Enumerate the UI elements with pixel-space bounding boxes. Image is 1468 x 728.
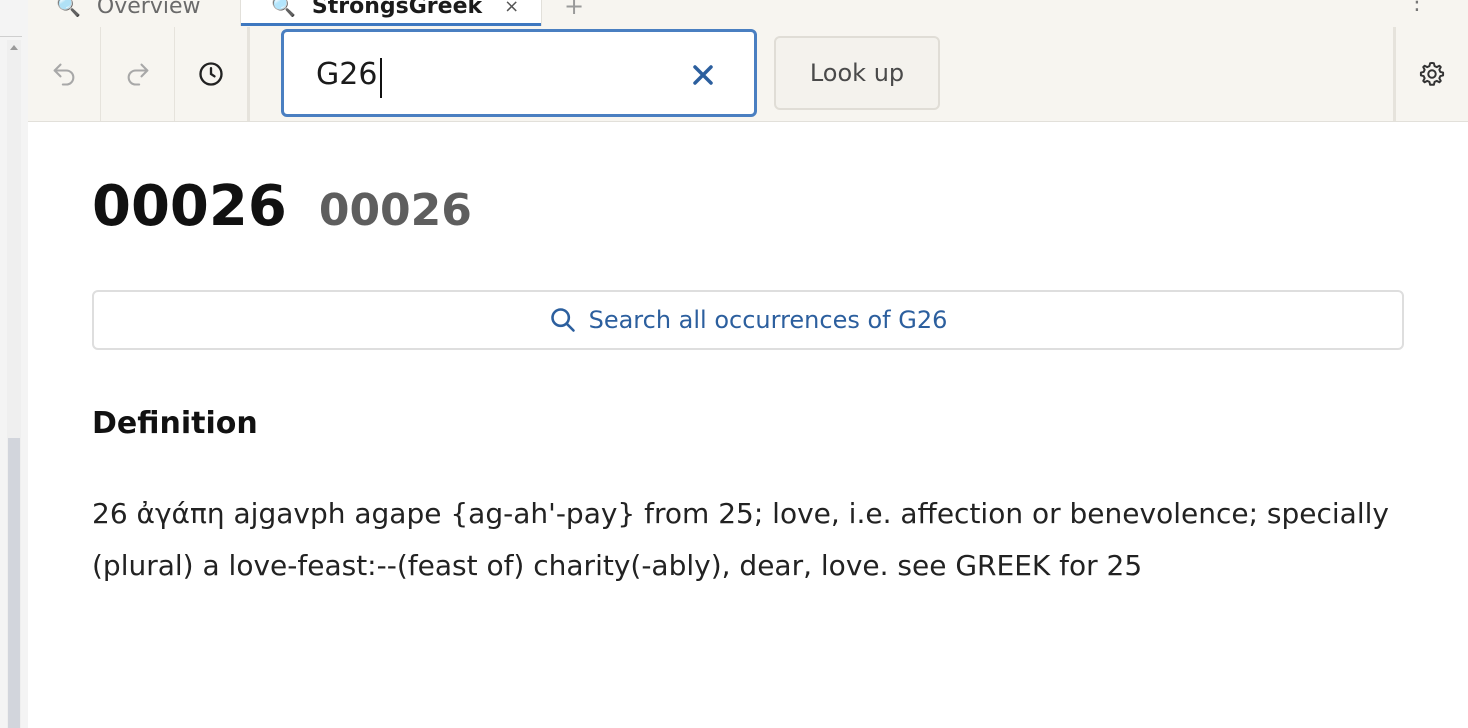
clear-search-button[interactable]: [688, 60, 718, 90]
tab-menu-icon[interactable]: ⋮: [1406, 0, 1428, 15]
tab-label: StrongsGreek: [311, 0, 483, 19]
entry-number: 00026: [92, 174, 287, 239]
entry-number-secondary: 00026: [318, 185, 472, 236]
tab-label: Overview: [96, 0, 201, 19]
gear-icon: [1419, 61, 1445, 86]
left-scrollbar[interactable]: [0, 0, 29, 728]
undo-icon: [53, 63, 75, 86]
tab-bar: 🔍 Overview 🔍 StrongsGreek × + ⋮: [28, 0, 1468, 28]
entry-content: 00026 00026 Search all occurrences of G2…: [28, 122, 1468, 728]
tab-overview[interactable]: 🔍 Overview: [56, 0, 200, 26]
close-icon: [693, 65, 713, 85]
search-all-occurrences-button[interactable]: Search all occurrences of G26: [92, 290, 1404, 350]
history-button[interactable]: [175, 27, 250, 121]
tab-close-icon[interactable]: ×: [504, 0, 519, 17]
search-all-label: Search all occurrences of G26: [588, 306, 948, 334]
settings-button[interactable]: [1393, 27, 1468, 121]
search-box[interactable]: [281, 29, 757, 117]
text-caret: [380, 58, 382, 98]
search-icon: 🔍: [271, 0, 296, 18]
search-icon: 🔍: [56, 0, 81, 18]
tab-strongsgreek[interactable]: 🔍 StrongsGreek ×: [240, 0, 542, 26]
divider: [0, 36, 22, 37]
undo-button[interactable]: [28, 27, 101, 121]
new-tab-button[interactable]: +: [564, 0, 584, 26]
redo-icon: [127, 63, 148, 86]
definition-text: 26 ἀγάπη ajgavph agape {ag-ah'-pay} from…: [92, 497, 1389, 582]
definition-heading: Definition: [92, 406, 258, 441]
toolbar: Look up: [28, 27, 1468, 122]
look-up-button[interactable]: Look up: [774, 36, 940, 110]
app-window: 🔍 Overview 🔍 StrongsGreek × + ⋮ G26 Look…: [0, 0, 1468, 728]
redo-button[interactable]: [101, 27, 175, 121]
search-icon: [550, 308, 575, 332]
clock-icon: [199, 62, 223, 86]
scroll-up-icon[interactable]: [10, 45, 18, 50]
active-tab-indicator: [241, 23, 541, 26]
search-input[interactable]: [316, 52, 676, 96]
entry-title: 00026 00026: [92, 174, 472, 239]
scrollbar-thumb[interactable]: [8, 438, 20, 728]
